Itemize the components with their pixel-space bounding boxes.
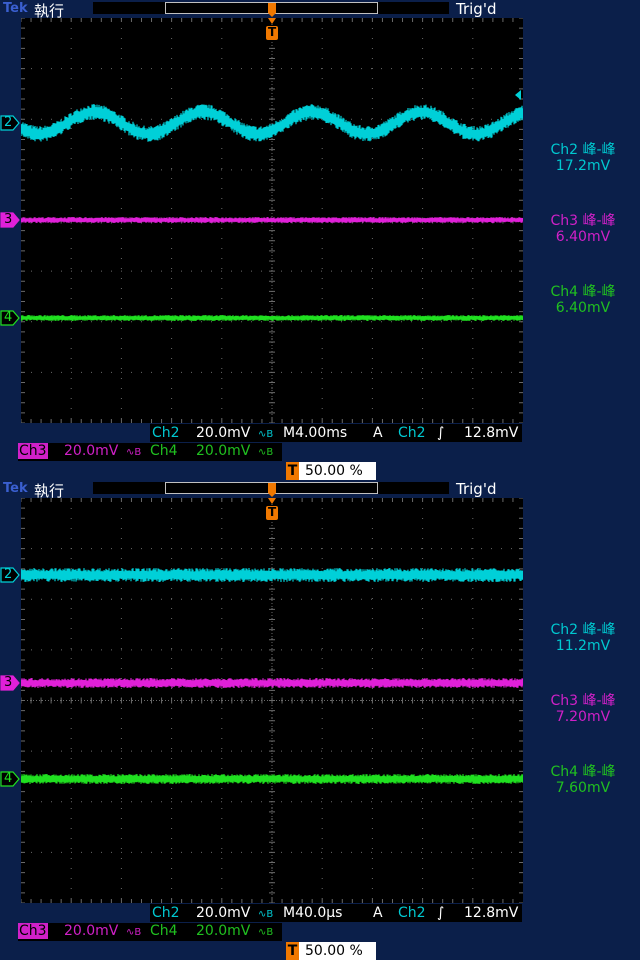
measurement-label: Ch4 峰-峰 <box>550 764 616 780</box>
brand-logo: Tek <box>3 481 28 496</box>
channel-number: 2 <box>4 115 13 130</box>
ch2-waveform <box>21 104 523 142</box>
ch2-scale-label: Ch2 <box>152 905 180 921</box>
measurement-label: Ch3 峰-峰 <box>550 693 616 709</box>
measurement-ch2: Ch2 峰-峰 17.2mV <box>528 142 638 174</box>
ch4-marker[interactable]: 4 <box>0 310 20 326</box>
brand-logo: Tek <box>3 1 28 16</box>
bandwidth-limit-icon: ∿B <box>258 429 274 440</box>
trigger-position-icon: T <box>286 462 299 480</box>
trigger-point-label: T <box>268 505 277 519</box>
ch4-scale[interactable]: 20.0mV <box>196 443 250 459</box>
ch4-scale[interactable]: 20.0mV <box>196 923 250 939</box>
measurement-value: 6.40mV <box>555 229 611 245</box>
measurement-value: 17.2mV <box>555 158 611 174</box>
record-trigger-icon <box>266 481 278 497</box>
ch4-waveform <box>21 774 523 784</box>
ch4-scale-label: Ch4 <box>150 443 178 459</box>
ch2-scale[interactable]: 20.0mV <box>196 905 250 921</box>
trigger-level-marker <box>515 90 521 100</box>
ch3-scale[interactable]: 20.0mV <box>64 923 118 939</box>
channel-number: 2 <box>4 567 13 582</box>
trigger-status: Trig'd <box>456 480 497 498</box>
measurement-label: Ch4 峰-峰 <box>550 284 616 300</box>
trigger-status: Trig'd <box>456 0 497 18</box>
measurement-value: 7.20mV <box>555 709 611 725</box>
scope-panel-bottom: Tek 執行 Trig'd Ch2 峰-峰 11.2mV Ch3 峰-峰 7.2… <box>0 480 640 960</box>
ch4-scale-label: Ch4 <box>150 923 178 939</box>
measurement-value: 7.60mV <box>555 780 611 796</box>
trigger-position-value: 50.00 % <box>305 943 363 959</box>
bandwidth-limit-icon: ∿B <box>258 909 274 920</box>
bandwidth-limit-icon: ∿B <box>126 927 142 938</box>
measurement-value: 11.2mV <box>555 638 611 654</box>
status-bar: Tek 執行 Trig'd <box>0 0 640 20</box>
status-bar: Tek 執行 Trig'd <box>0 480 640 500</box>
ch2-marker[interactable]: 2 <box>0 567 20 583</box>
graticule[interactable] <box>21 18 523 423</box>
measurement-ch4: Ch4 峰-峰 7.60mV <box>528 764 638 796</box>
measurement-ch3: Ch3 峰-峰 7.20mV <box>528 693 638 725</box>
timebase[interactable]: M40.0µs <box>283 905 342 921</box>
waveform-display <box>21 498 523 903</box>
ch3-marker[interactable]: 3 <box>0 212 20 228</box>
timebase[interactable]: M4.00ms <box>283 425 347 441</box>
rising-edge-icon: ∫ <box>437 425 445 441</box>
trigger-level[interactable]: 12.8mV <box>464 425 518 441</box>
trigger-mode: A <box>373 905 383 921</box>
channel-number: 4 <box>4 771 13 786</box>
ch2-scale-label: Ch2 <box>152 425 180 441</box>
ch3-scale[interactable]: 20.0mV <box>64 443 118 459</box>
measurement-ch3: Ch3 峰-峰 6.40mV <box>528 213 638 245</box>
bandwidth-limit-icon: ∿B <box>258 447 274 458</box>
channel-number: 4 <box>4 310 13 325</box>
trigger-mode: A <box>373 425 383 441</box>
trigger-position-value: 50.00 % <box>305 463 363 479</box>
trigger-source[interactable]: Ch2 <box>398 905 426 921</box>
ch2-marker[interactable]: 2 <box>0 115 20 131</box>
ch4-marker[interactable]: 4 <box>0 771 20 787</box>
trigger-position[interactable]: T 50.00 % <box>286 942 376 960</box>
measurement-ch2: Ch2 峰-峰 11.2mV <box>528 622 638 654</box>
measurement-label: Ch2 峰-峰 <box>550 142 616 158</box>
measurement-ch4: Ch4 峰-峰 6.40mV <box>528 284 638 316</box>
waveform-display <box>21 18 523 423</box>
scope-panel-top: Tek 執行 Trig'd Ch2 峰-峰 17.2mV Ch3 峰-峰 6.4… <box>0 0 640 480</box>
trigger-position[interactable]: T 50.00 % <box>286 462 376 480</box>
measurement-value: 6.40mV <box>555 300 611 316</box>
ch3-waveform <box>21 678 523 688</box>
trigger-source[interactable]: Ch2 <box>398 425 426 441</box>
trigger-point-label: T <box>268 25 277 39</box>
bandwidth-limit-icon: ∿B <box>126 447 142 458</box>
ch2-scale[interactable]: 20.0mV <box>196 425 250 441</box>
trigger-point-marker[interactable]: T <box>265 498 279 522</box>
rising-edge-icon: ∫ <box>437 905 445 921</box>
record-trigger-icon <box>266 1 278 17</box>
measurement-label: Ch3 峰-峰 <box>550 213 616 229</box>
ch3-marker[interactable]: 3 <box>0 675 20 691</box>
trigger-position-icon: T <box>286 942 299 960</box>
channel-number: 3 <box>4 675 13 690</box>
measurement-label: Ch2 峰-峰 <box>550 622 616 638</box>
bandwidth-limit-icon: ∿B <box>258 927 274 938</box>
ch2-waveform <box>21 568 523 582</box>
graticule[interactable] <box>21 498 523 903</box>
ch3-scale-label: Ch3 <box>18 443 48 459</box>
ch3-scale-label: Ch3 <box>18 923 48 939</box>
trigger-level[interactable]: 12.8mV <box>464 905 518 921</box>
channel-number: 3 <box>4 212 13 227</box>
trigger-point-marker[interactable]: T <box>265 18 279 42</box>
